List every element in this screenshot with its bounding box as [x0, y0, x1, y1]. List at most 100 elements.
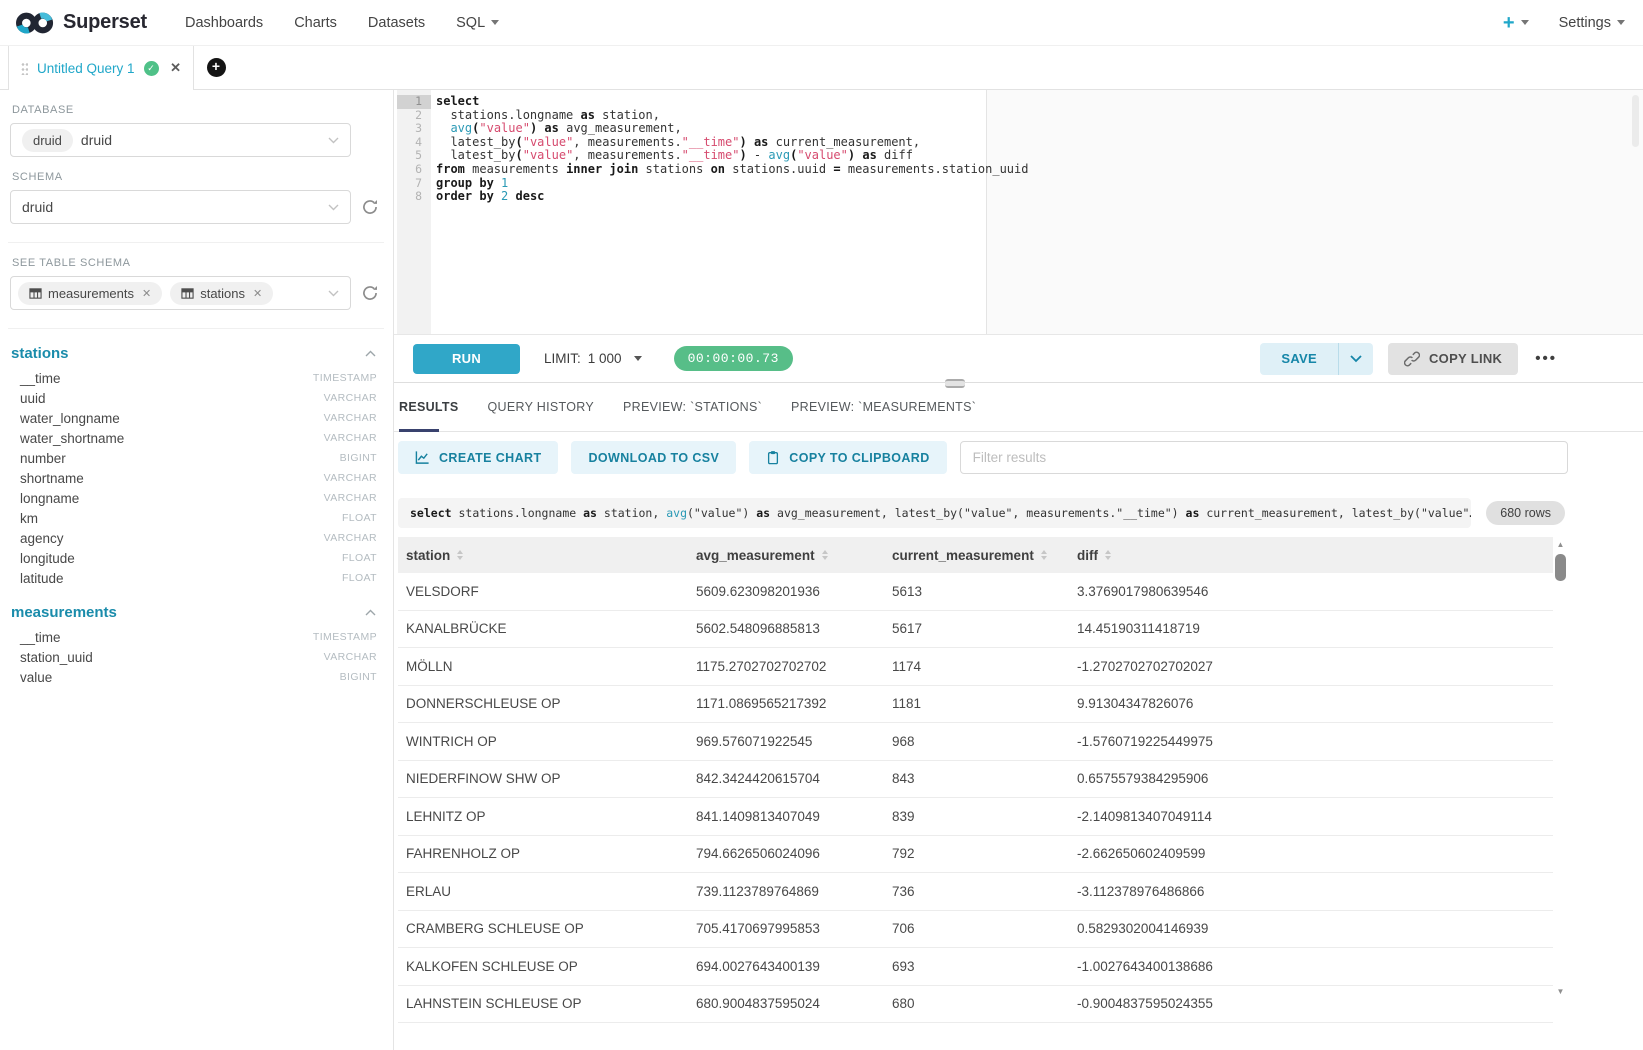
sql-token [747, 135, 754, 149]
drag-handle-icon[interactable] [21, 61, 28, 75]
refresh-schema-icon[interactable] [360, 198, 380, 216]
sort-asc-icon [457, 550, 463, 554]
column-header-station[interactable]: station [398, 548, 688, 563]
code-line: from measurements inner join stations on… [436, 163, 1633, 177]
remove-table-icon[interactable]: ✕ [142, 287, 151, 300]
table-cell: 839 [884, 809, 1069, 824]
table-cell: 694.0027643400139 [688, 959, 884, 974]
nav-item-sql[interactable]: SQL [456, 15, 499, 31]
table-row: KANALBRÜCKE5602.548096885813561714.45190… [398, 611, 1553, 649]
create-chart-button[interactable]: CREATE CHART [398, 441, 558, 474]
schema-column-row: numberBIGINT [10, 448, 380, 468]
column-type: VARCHAR [324, 651, 377, 663]
table-cell: -1.5760719225449975 [1069, 734, 1553, 749]
sql-token: measurements [465, 162, 566, 176]
table-cell: 3.3769017980639546 [1069, 584, 1553, 599]
scroll-down-icon[interactable]: ▼ [1553, 984, 1568, 999]
save-button[interactable]: SAVE [1260, 343, 1338, 375]
sql-token: select [410, 506, 452, 520]
scroll-up-icon[interactable]: ▲ [1553, 537, 1568, 552]
copy-clipboard-button[interactable]: COPY TO CLIPBOARD [749, 441, 946, 474]
tab-preview-stations[interactable]: PREVIEW: `STATIONS` [612, 383, 773, 431]
brand-name: Superset [63, 11, 147, 34]
column-header-label: current_measurement [892, 548, 1034, 563]
table-schema-select[interactable]: measurements ✕ stations ✕ [10, 276, 351, 310]
run-button[interactable]: RUN [413, 344, 520, 374]
sql-token: ) [739, 135, 746, 149]
schema-select[interactable]: druid [10, 190, 351, 224]
sort-icon[interactable] [1041, 550, 1047, 560]
superset-logo[interactable]: Superset [14, 9, 147, 37]
sql-token: "value" [797, 148, 848, 162]
column-name: uuid [20, 391, 46, 406]
limit-value: 1 000 [588, 351, 622, 366]
limit-dropdown[interactable]: LIMIT: 1 000 [544, 351, 642, 366]
sql-lab-sidebar: DATABASE druid druid SCHEMA druid SEE TA… [0, 90, 393, 1050]
editor-code[interactable]: select stations.longname as station, avg… [431, 90, 1633, 334]
close-tab-icon[interactable]: ✕ [170, 60, 181, 76]
column-header-current_measurement[interactable]: current_measurement [884, 548, 1069, 563]
sort-asc-icon [1105, 550, 1111, 554]
refresh-tables-icon[interactable] [360, 284, 380, 302]
sort-icon[interactable] [1105, 550, 1111, 560]
schema-column-row: longitudeFLOAT [10, 548, 380, 568]
schema-column-row: __timeTIMESTAMP [10, 627, 380, 647]
tab-query-history[interactable]: QUERY HISTORY [477, 383, 605, 431]
database-select[interactable]: druid druid [10, 123, 351, 157]
column-header-diff[interactable]: diff [1069, 548, 1553, 563]
results-scrollbar[interactable]: ▲ ▼ [1553, 537, 1568, 999]
sort-icon[interactable] [822, 550, 828, 560]
filter-results-input[interactable] [960, 441, 1568, 474]
table-cell: WINTRICH OP [398, 734, 688, 749]
schema-table-header-stations[interactable]: stations [11, 345, 376, 362]
schema-column-row: kmFLOAT [10, 508, 380, 528]
sql-token: as [756, 506, 770, 520]
scrollbar-thumb[interactable] [1555, 554, 1566, 581]
table-row: VELSDORF5609.62309820193656133.376901798… [398, 573, 1553, 611]
chevron-down-icon [491, 20, 499, 25]
schema-table-header-measurements[interactable]: measurements [11, 604, 376, 621]
copy-link-button[interactable]: COPY LINK [1388, 343, 1518, 375]
editor-gutter: 12345678 [397, 90, 431, 334]
schema-label: SCHEMA [12, 171, 380, 183]
sql-token: as [1186, 506, 1200, 520]
save-options-button[interactable] [1339, 343, 1373, 375]
schema-column-row: valueBIGINT [10, 667, 380, 687]
remove-table-icon[interactable]: ✕ [253, 287, 262, 300]
pane-resize-grip[interactable] [945, 379, 965, 388]
more-actions-button[interactable]: ••• [1535, 350, 1557, 367]
column-header-avg_measurement[interactable]: avg_measurement [688, 548, 884, 563]
add-tab-button[interactable]: + [207, 58, 226, 77]
chevron-up-icon[interactable] [365, 609, 376, 616]
new-item-button[interactable]: + [1503, 13, 1529, 33]
code-line: group by 1 [436, 177, 1633, 191]
tab-results[interactable]: RESULTS [398, 383, 470, 431]
query-preview[interactable]: select stations.longname as station, avg… [398, 498, 1471, 528]
tab-preview-measurements[interactable]: PREVIEW: `MEASUREMENTS` [780, 383, 987, 431]
column-type: BIGINT [340, 671, 377, 683]
chevron-up-icon[interactable] [365, 350, 376, 357]
settings-menu[interactable]: Settings [1559, 15, 1625, 31]
column-header-label: diff [1077, 548, 1098, 563]
chevron-down-icon [634, 356, 642, 361]
table-cell: FAHRENHOLZ OP [398, 846, 688, 861]
navbar-right: + Settings [1503, 13, 1625, 33]
nav-item-charts[interactable]: Charts [294, 15, 337, 31]
sql-token: on [711, 162, 725, 176]
column-type: VARCHAR [324, 532, 377, 544]
download-csv-button[interactable]: DOWNLOAD TO CSV [571, 441, 736, 474]
results-table-body: VELSDORF5609.62309820193656133.376901798… [398, 573, 1553, 1023]
sort-icon[interactable] [457, 550, 463, 560]
editor-scrollbar-thumb[interactable] [1632, 95, 1639, 147]
table-row: FAHRENHOLZ OP794.6626506024096792-2.6626… [398, 836, 1553, 874]
sql-editor[interactable]: 12345678 select stations.longname as sta… [394, 90, 1643, 334]
table-cell: 693 [884, 959, 1069, 974]
nav-item-dashboards[interactable]: Dashboards [185, 15, 263, 31]
line-number: 8 [397, 190, 431, 204]
schema-column-row: shortnameVARCHAR [10, 468, 380, 488]
line-number: 4 [397, 136, 431, 150]
column-name: longname [20, 491, 79, 506]
column-name: latitude [20, 571, 64, 586]
tab-untitled-query[interactable]: Untitled Query 1 ✓ ✕ [8, 46, 194, 90]
nav-item-datasets[interactable]: Datasets [368, 15, 425, 31]
